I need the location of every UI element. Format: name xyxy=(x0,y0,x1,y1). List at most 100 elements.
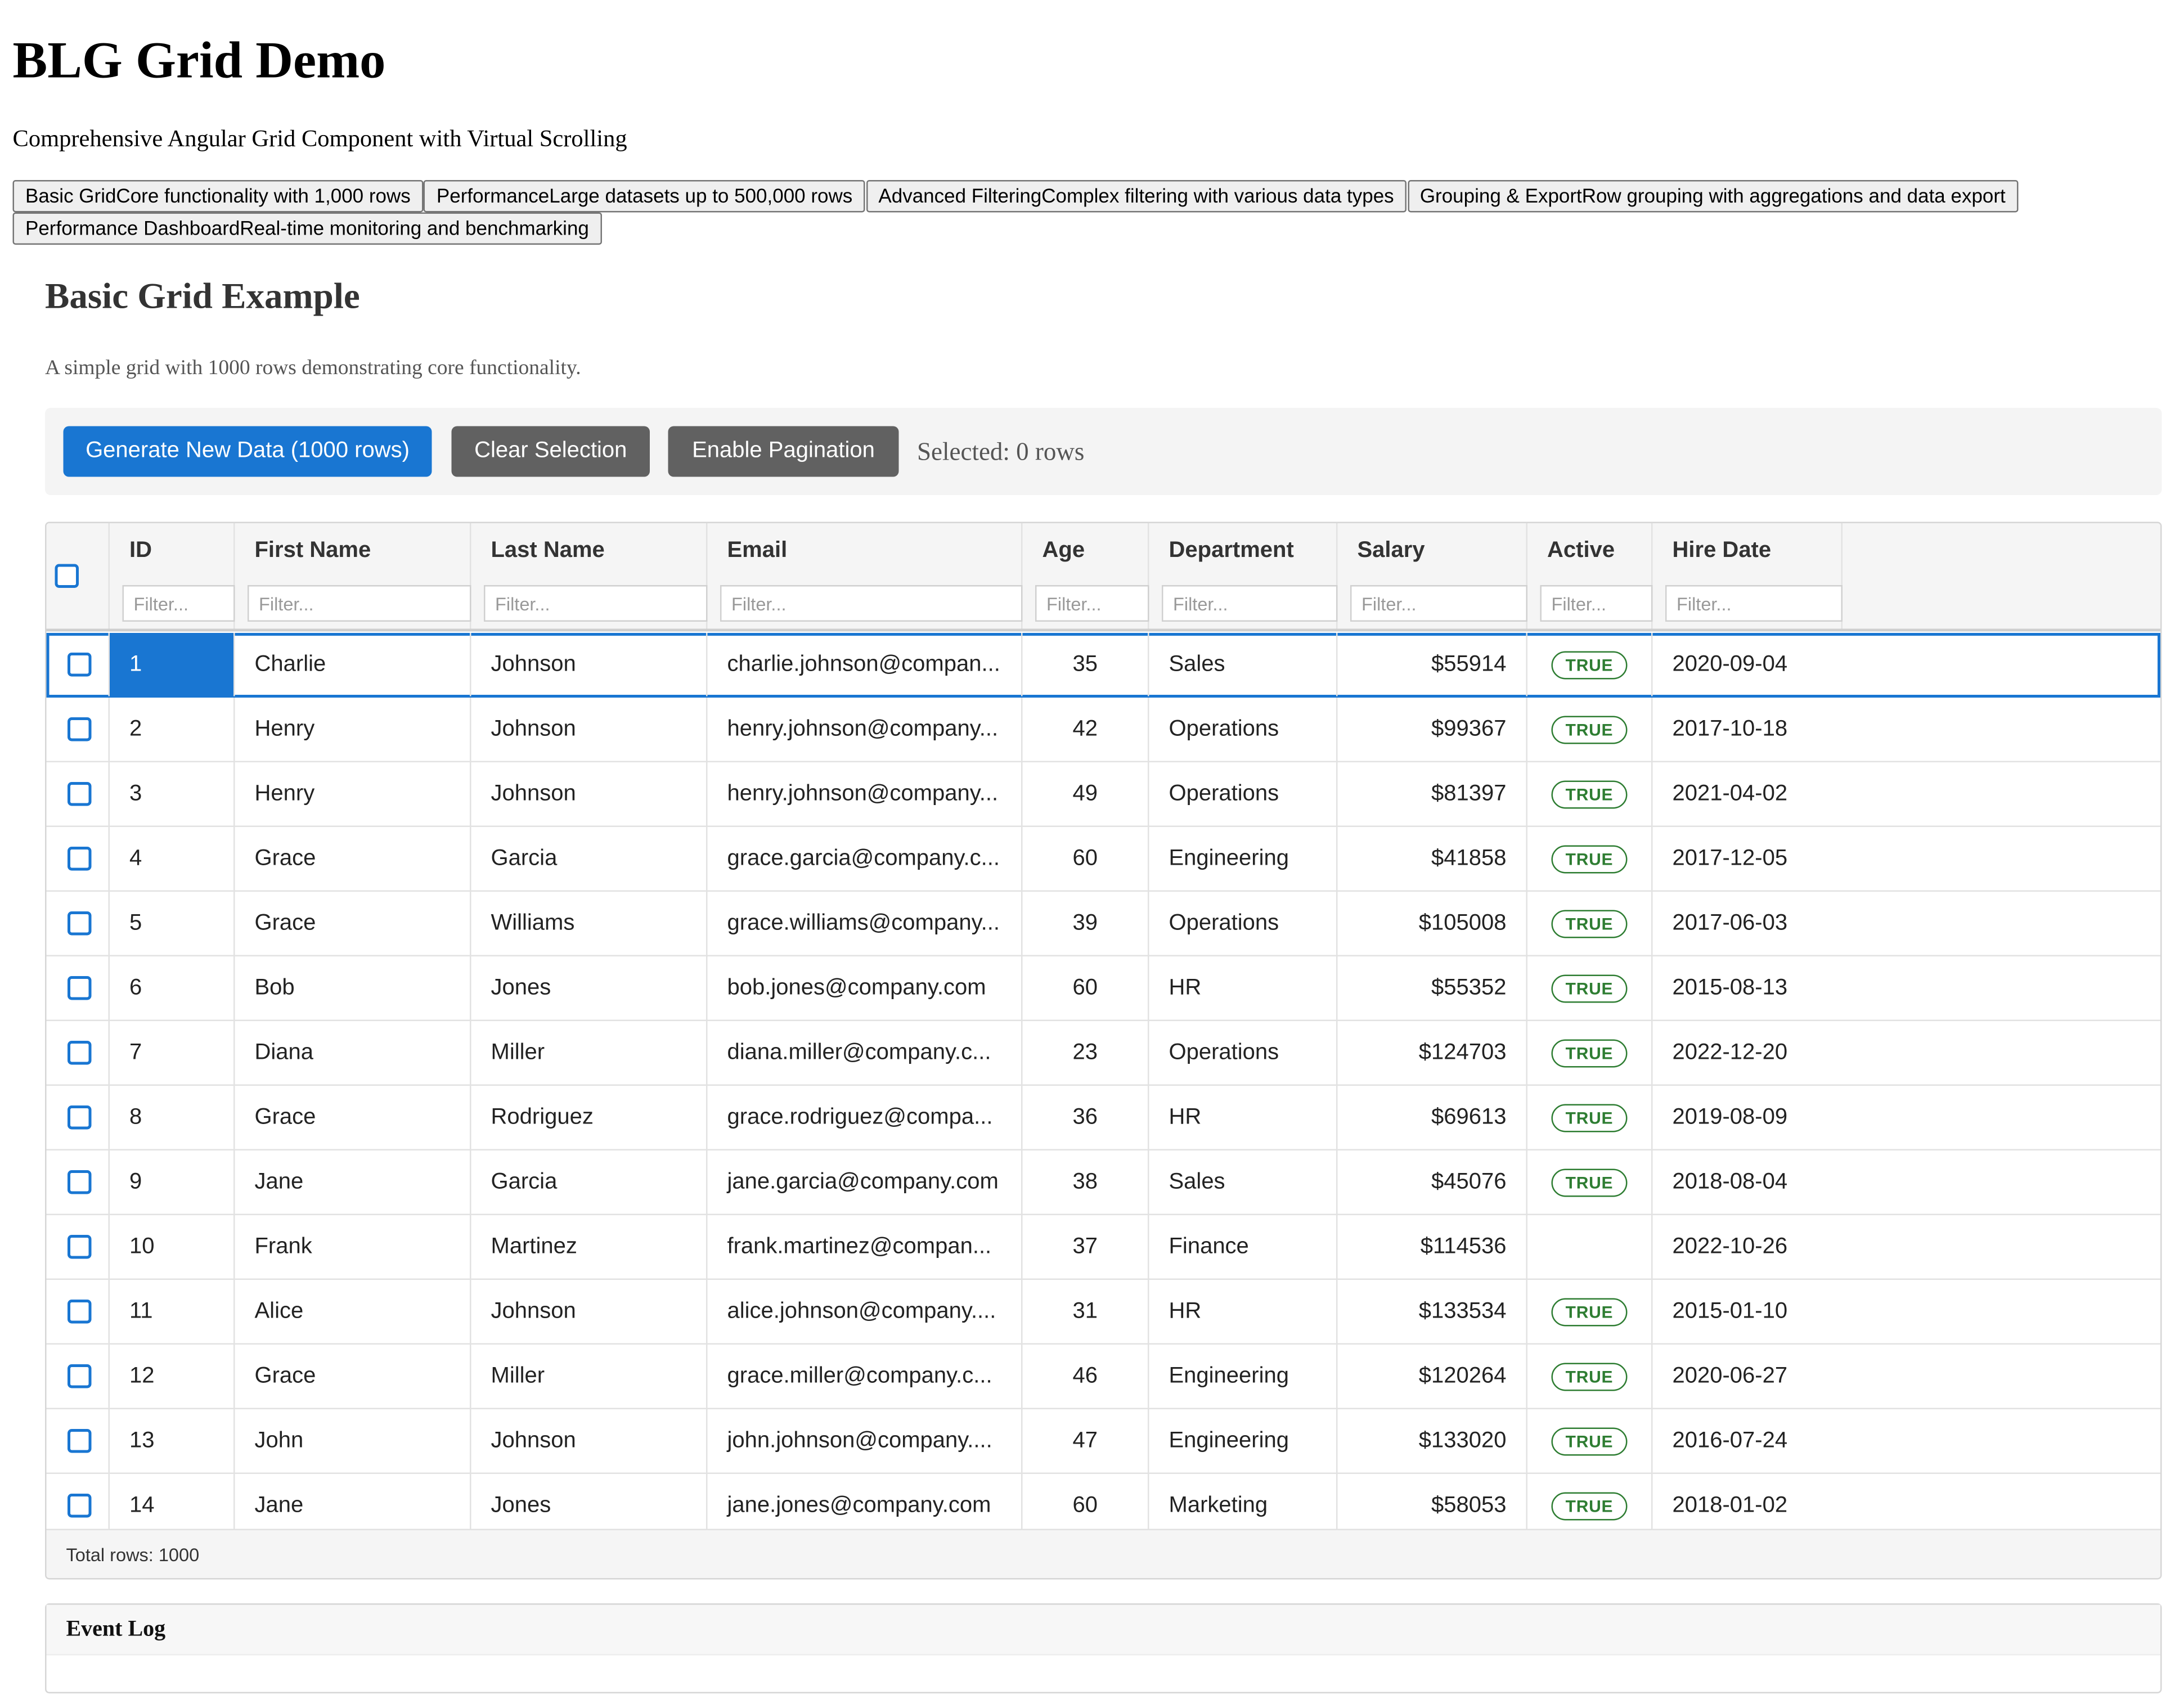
row-checkbox[interactable] xyxy=(68,976,92,1000)
cell-age[interactable]: 60 xyxy=(1023,827,1149,891)
cell-department[interactable]: Operations xyxy=(1149,698,1338,761)
cell-salary[interactable]: $58053 xyxy=(1338,1474,1527,1529)
cell-id[interactable]: 3 xyxy=(110,762,235,826)
column-header-last-name[interactable]: Last Name xyxy=(471,523,708,629)
cell-hire-date[interactable]: 2015-01-10 xyxy=(1653,1280,1843,1343)
cell-department[interactable]: Engineering xyxy=(1149,827,1338,891)
cell-last-name[interactable]: Johnson xyxy=(471,762,708,826)
cell-id[interactable]: 14 xyxy=(110,1474,235,1529)
cell-email[interactable]: charlie.johnson@compan... xyxy=(708,633,1023,696)
cell-salary[interactable]: $55352 xyxy=(1338,956,1527,1020)
enable-pagination-button[interactable]: Enable Pagination xyxy=(668,426,899,477)
row-checkbox[interactable] xyxy=(68,1429,92,1453)
cell-last-name[interactable]: Williams xyxy=(471,892,708,955)
cell-email[interactable]: henry.johnson@company... xyxy=(708,762,1023,826)
grid-body[interactable]: 1 Charlie Johnson charlie.johnson@compan...… xyxy=(46,633,2161,1529)
nav-grouping-export[interactable]: Grouping & ExportRow grouping with aggre… xyxy=(1407,180,2019,213)
cell-last-name[interactable]: Rodriguez xyxy=(471,1086,708,1149)
cell-age[interactable]: 35 xyxy=(1023,633,1149,696)
filter-input-age[interactable] xyxy=(1035,585,1149,622)
cell-first-name[interactable]: Henry xyxy=(235,762,471,826)
column-header-first-name[interactable]: First Name xyxy=(235,523,471,629)
cell-salary[interactable]: $69613 xyxy=(1338,1086,1527,1149)
cell-hire-date[interactable]: 2017-12-05 xyxy=(1653,827,1843,891)
cell-hire-date[interactable]: 2020-06-27 xyxy=(1653,1345,1843,1408)
cell-id[interactable]: 8 xyxy=(110,1086,235,1149)
cell-active[interactable]: TRUE xyxy=(1527,1280,1653,1343)
cell-id[interactable]: 6 xyxy=(110,956,235,1020)
select-all-checkbox[interactable] xyxy=(55,564,79,588)
row-checkbox[interactable] xyxy=(68,1235,92,1259)
cell-first-name[interactable]: Alice xyxy=(235,1280,471,1343)
filter-input-email[interactable] xyxy=(720,585,1023,622)
cell-active[interactable]: TRUE xyxy=(1527,956,1653,1020)
cell-email[interactable]: jane.garcia@company.com xyxy=(708,1150,1023,1214)
cell-department[interactable]: Engineering xyxy=(1149,1409,1338,1473)
nav-advanced-filtering[interactable]: Advanced FilteringComplex filtering with… xyxy=(865,180,1407,213)
cell-first-name[interactable]: Diana xyxy=(235,1021,471,1085)
cell-first-name[interactable]: Bob xyxy=(235,956,471,1020)
cell-hire-date[interactable]: 2016-07-24 xyxy=(1653,1409,1843,1473)
cell-age[interactable]: 49 xyxy=(1023,762,1149,826)
row-checkbox[interactable] xyxy=(68,717,92,741)
cell-salary[interactable]: $133020 xyxy=(1338,1409,1527,1473)
cell-salary[interactable]: $45076 xyxy=(1338,1150,1527,1214)
cell-salary[interactable]: $55914 xyxy=(1338,633,1527,696)
cell-active[interactable]: TRUE xyxy=(1527,698,1653,761)
cell-department[interactable]: Finance xyxy=(1149,1215,1338,1279)
row-checkbox[interactable] xyxy=(68,1041,92,1065)
cell-age[interactable]: 46 xyxy=(1023,1345,1149,1408)
cell-age[interactable]: 60 xyxy=(1023,956,1149,1020)
table-row[interactable]: 6 Bob Jones bob.jones@company.com 60 HR $55352… xyxy=(46,956,2160,1021)
cell-last-name[interactable]: Garcia xyxy=(471,1150,708,1214)
nav-performance-dashboard[interactable]: Performance DashboardReal-time monitorin… xyxy=(12,212,602,245)
cell-last-name[interactable]: Martinez xyxy=(471,1215,708,1279)
cell-age[interactable]: 39 xyxy=(1023,892,1149,955)
cell-salary[interactable]: $105008 xyxy=(1338,892,1527,955)
cell-first-name[interactable]: Charlie xyxy=(235,633,471,696)
cell-hire-date[interactable]: 2022-10-26 xyxy=(1653,1215,1843,1279)
cell-email[interactable]: frank.martinez@compan... xyxy=(708,1215,1023,1279)
cell-active[interactable]: TRUE xyxy=(1527,1474,1653,1529)
cell-active[interactable]: TRUE xyxy=(1527,1150,1653,1214)
cell-first-name[interactable]: Grace xyxy=(235,1086,471,1149)
cell-first-name[interactable]: Henry xyxy=(235,698,471,761)
column-header-active[interactable]: Active xyxy=(1527,523,1653,629)
cell-salary[interactable]: $120264 xyxy=(1338,1345,1527,1408)
cell-age[interactable]: 38 xyxy=(1023,1150,1149,1214)
cell-department[interactable]: Operations xyxy=(1149,1021,1338,1085)
cell-last-name[interactable]: Johnson xyxy=(471,698,708,761)
cell-department[interactable]: HR xyxy=(1149,1086,1338,1149)
table-row[interactable]: 8 Grace Rodriguez grace.rodriguez@compa... 3… xyxy=(46,1086,2160,1150)
cell-email[interactable]: henry.johnson@company... xyxy=(708,698,1023,761)
cell-id[interactable]: 7 xyxy=(110,1021,235,1085)
cell-age[interactable]: 37 xyxy=(1023,1215,1149,1279)
table-row[interactable]: 14 Jane Jones jane.jones@company.com 60 Marke… xyxy=(47,1474,2161,1529)
cell-email[interactable]: diana.miller@company.c... xyxy=(708,1021,1023,1085)
table-row[interactable]: 13 John Johnson john.johnson@company.... 47 E… xyxy=(46,1409,2160,1474)
filter-input-last-name[interactable] xyxy=(484,585,708,622)
cell-hire-date[interactable]: 2015-08-13 xyxy=(1653,956,1843,1020)
cell-age[interactable]: 23 xyxy=(1023,1021,1149,1085)
filter-input-id[interactable] xyxy=(122,585,235,622)
cell-id[interactable]: 2 xyxy=(110,698,235,761)
cell-hire-date[interactable]: 2017-10-18 xyxy=(1653,698,1843,761)
cell-age[interactable]: 31 xyxy=(1023,1280,1149,1343)
cell-active[interactable]: TRUE xyxy=(1527,827,1653,891)
cell-department[interactable]: HR xyxy=(1149,1280,1338,1343)
cell-first-name[interactable]: Frank xyxy=(235,1215,471,1279)
cell-first-name[interactable]: Jane xyxy=(235,1150,471,1214)
clear-selection-button[interactable]: Clear Selection xyxy=(451,426,650,477)
column-header-department[interactable]: Department xyxy=(1149,523,1338,629)
filter-input-first-name[interactable] xyxy=(248,585,471,622)
table-row[interactable]: 10 Frank Martinez frank.martinez@compan... 3… xyxy=(46,1215,2160,1280)
cell-first-name[interactable]: Jane xyxy=(235,1474,471,1529)
cell-active[interactable]: TRUE xyxy=(1527,1021,1653,1085)
cell-last-name[interactable]: Miller xyxy=(471,1021,708,1085)
cell-active[interactable]: TRUE xyxy=(1527,762,1653,826)
cell-id[interactable]: 9 xyxy=(110,1150,235,1214)
cell-department[interactable]: Sales xyxy=(1149,633,1338,696)
row-checkbox[interactable] xyxy=(68,1300,92,1324)
cell-department[interactable]: Operations xyxy=(1149,892,1338,955)
table-row[interactable]: 12 Grace Miller grace.miller@company.c... 46… xyxy=(46,1345,2160,1409)
